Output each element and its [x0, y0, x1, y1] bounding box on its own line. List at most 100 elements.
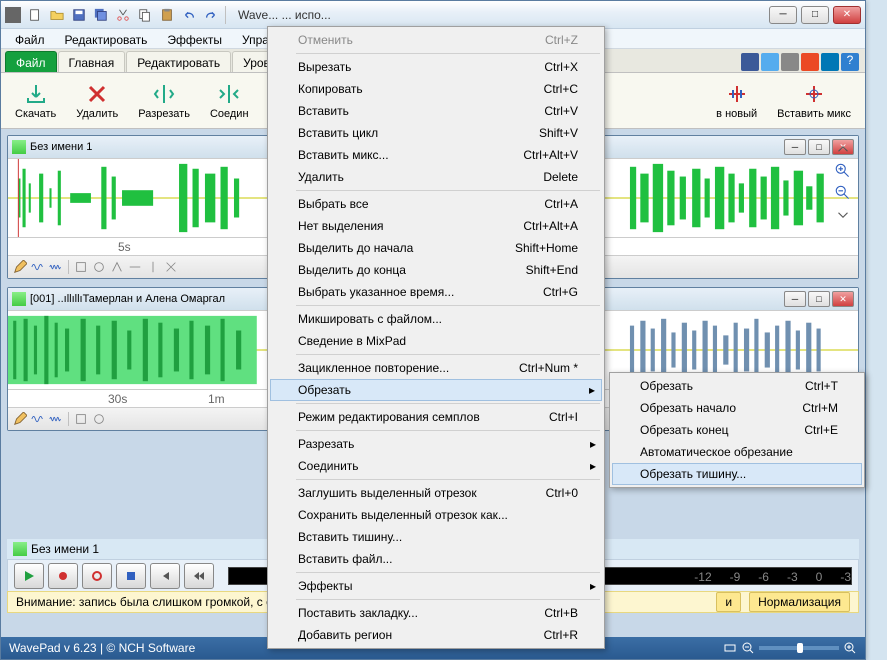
menu-item[interactable]: Добавить регионCtrl+R [270, 624, 602, 646]
twitter-icon[interactable] [761, 53, 779, 71]
ribbon-download[interactable]: Скачать [9, 80, 62, 122]
menu-item[interactable]: Выделить до началаShift+Home [270, 237, 602, 259]
record-button[interactable] [48, 563, 78, 589]
pencil-icon[interactable] [12, 411, 28, 427]
help-icon[interactable]: ? [841, 53, 859, 71]
tool-f-icon[interactable] [163, 259, 179, 275]
menu-item[interactable]: Выделить до концаShift+End [270, 259, 602, 281]
transport-title-text: Без имени 1 [31, 542, 99, 556]
menu-item[interactable]: Эффекты▸ [270, 575, 602, 597]
doc-maximize[interactable]: □ [808, 139, 830, 155]
ribbon-paste-new[interactable]: в новый [710, 80, 763, 122]
vscroll-up-icon[interactable] [834, 140, 852, 158]
close-button[interactable]: ✕ [833, 6, 861, 24]
menu-item[interactable]: Зацикленное повторение...Ctrl+Num * [270, 357, 602, 379]
tool-c-icon[interactable] [109, 259, 125, 275]
doc-minimize[interactable]: ─ [784, 291, 806, 307]
zoom-slider[interactable] [759, 646, 839, 650]
vscroll-dn-icon[interactable] [834, 206, 852, 224]
tool-d-icon[interactable] [127, 259, 143, 275]
menu-item[interactable]: ОбрезатьCtrl+T [612, 375, 862, 397]
menu-item[interactable]: УдалитьDelete [270, 166, 602, 188]
tool-e-icon[interactable] [145, 259, 161, 275]
qa-redo-icon[interactable] [201, 5, 221, 25]
qa-undo-icon[interactable] [179, 5, 199, 25]
tool-icon[interactable] [73, 411, 89, 427]
wave-icon[interactable] [30, 411, 46, 427]
tool-icon[interactable] [91, 411, 107, 427]
menu-item[interactable]: Обрезать тишину... [612, 463, 862, 485]
record2-button[interactable] [82, 563, 112, 589]
menu-item[interactable]: Вставить микс...Ctrl+Alt+V [270, 144, 602, 166]
google-plus-icon[interactable] [781, 53, 799, 71]
menu-item[interactable]: Автоматическое обрезание [612, 441, 862, 463]
pencil-icon[interactable] [12, 259, 28, 275]
menu-item[interactable]: Сведение в MixPad [270, 330, 602, 352]
qa-copy-icon[interactable] [135, 5, 155, 25]
wave2-icon[interactable] [48, 411, 64, 427]
waveform-icon [12, 292, 26, 306]
ribbon-paste-mix[interactable]: Вставить микс [771, 80, 857, 122]
menu-item[interactable]: КопироватьCtrl+C [270, 78, 602, 100]
doc-close[interactable]: ✕ [832, 291, 854, 307]
menu-item[interactable]: Вставить тишину... [270, 526, 602, 548]
zoom-out-icon[interactable] [741, 641, 755, 655]
menu-item[interactable]: Обрезать началоCtrl+M [612, 397, 862, 419]
menu-effects[interactable]: Эффекты [159, 31, 230, 46]
ribbon-delete[interactable]: Удалить [70, 80, 124, 122]
tab-home[interactable]: Главная [58, 51, 126, 72]
side-toolbar [832, 136, 854, 224]
menu-file[interactable]: Файл [7, 31, 53, 46]
qa-new-icon[interactable] [25, 5, 45, 25]
menu-item[interactable]: Режим редактирования семпловCtrl+I [270, 406, 602, 428]
qa-cut-icon[interactable] [113, 5, 133, 25]
menu-item[interactable]: Нет выделенияCtrl+Alt+A [270, 215, 602, 237]
menu-item[interactable]: ВырезатьCtrl+X [270, 56, 602, 78]
qa-paste-icon[interactable] [157, 5, 177, 25]
rewind-button[interactable] [184, 563, 214, 589]
qa-open-icon[interactable] [47, 5, 67, 25]
menu-item[interactable]: Разрезать▸ [270, 433, 602, 455]
minimize-button[interactable]: ─ [769, 6, 797, 24]
menu-item[interactable]: Микшировать с файлом... [270, 308, 602, 330]
menu-item[interactable]: Вставить циклShift+V [270, 122, 602, 144]
menu-item[interactable]: ОтменитьCtrl+Z [270, 29, 602, 51]
wave2-icon[interactable] [48, 259, 64, 275]
menu-item[interactable]: Обрезать конецCtrl+E [612, 419, 862, 441]
zoom-in-icon[interactable] [834, 162, 852, 180]
zoom-out-icon[interactable] [834, 184, 852, 202]
tool-b-icon[interactable] [91, 259, 107, 275]
linkedin-icon[interactable] [821, 53, 839, 71]
tab-edit[interactable]: Редактировать [126, 51, 231, 72]
ribbon-split[interactable]: Разрезать [132, 80, 196, 122]
warning-action-1[interactable]: и [716, 592, 741, 612]
menu-item[interactable]: Выбрать указанное время...Ctrl+G [270, 281, 602, 303]
stumble-icon[interactable] [801, 53, 819, 71]
warning-action-normalize[interactable]: Нормализация [749, 592, 850, 612]
play-button[interactable] [14, 563, 44, 589]
doc-maximize[interactable]: □ [808, 291, 830, 307]
menu-edit[interactable]: Редактировать [57, 31, 156, 46]
zoom-fit-icon[interactable] [723, 641, 737, 655]
maximize-button[interactable]: □ [801, 6, 829, 24]
tool-a-icon[interactable] [73, 259, 89, 275]
skip-start-button[interactable] [150, 563, 180, 589]
stop-button[interactable] [116, 563, 146, 589]
menu-item[interactable]: Сохранить выделенный отрезок как... [270, 504, 602, 526]
doc-minimize[interactable]: ─ [784, 139, 806, 155]
menu-item[interactable]: ВставитьCtrl+V [270, 100, 602, 122]
facebook-icon[interactable] [741, 53, 759, 71]
menu-item[interactable]: Обрезать▸ [270, 379, 602, 401]
menu-item[interactable]: Выбрать всеCtrl+A [270, 193, 602, 215]
waveform-icon [13, 542, 27, 556]
ribbon-join[interactable]: Соедин [204, 80, 255, 122]
menu-item[interactable]: Вставить файл... [270, 548, 602, 570]
tab-file[interactable]: Файл [5, 51, 57, 72]
menu-item[interactable]: Соединить▸ [270, 455, 602, 477]
qa-saveall-icon[interactable] [91, 5, 111, 25]
menu-item[interactable]: Поставить закладку...Ctrl+B [270, 602, 602, 624]
menu-item[interactable]: Заглушить выделенный отрезокCtrl+0 [270, 482, 602, 504]
wave-icon[interactable] [30, 259, 46, 275]
qa-save-icon[interactable] [69, 5, 89, 25]
zoom-in-icon[interactable] [843, 641, 857, 655]
